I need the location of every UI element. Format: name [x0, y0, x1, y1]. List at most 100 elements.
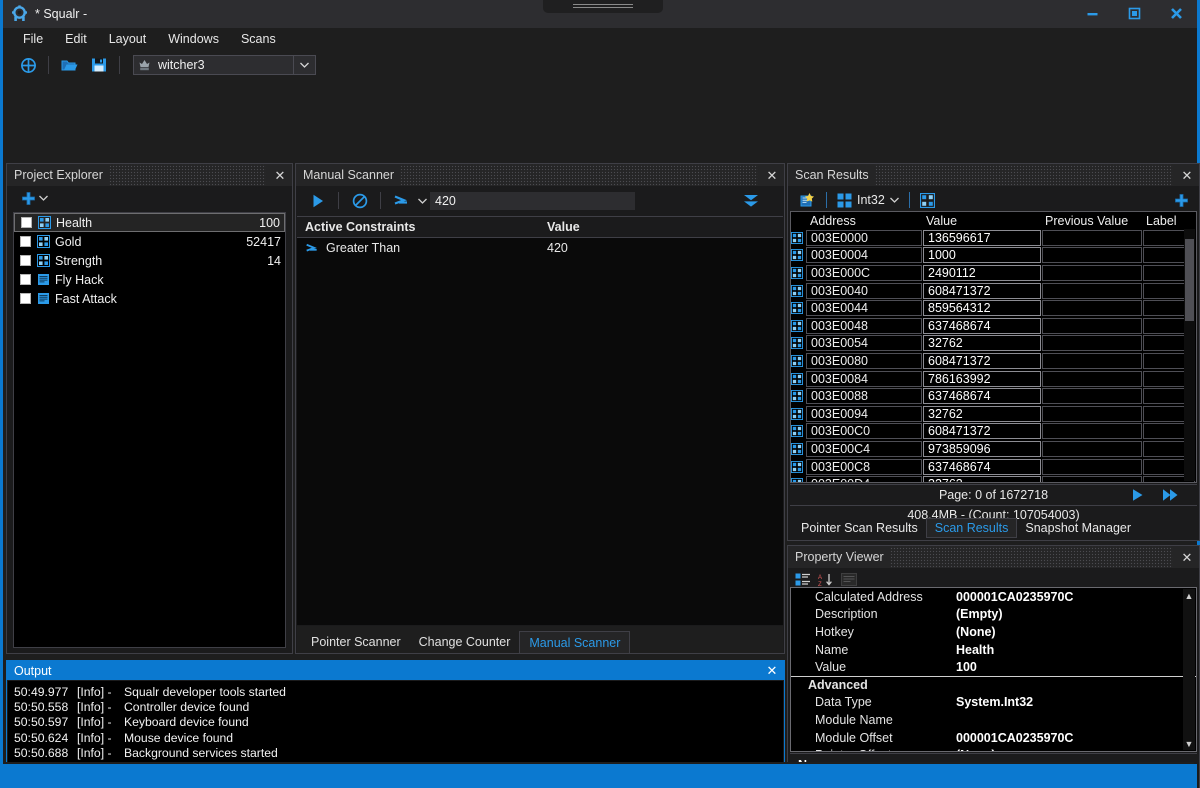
- property-row[interactable]: Hotkey (None): [791, 623, 1196, 641]
- cell-value[interactable]: 637468674: [923, 458, 1041, 475]
- chevron-down-icon[interactable]: [39, 195, 48, 201]
- project-item-gold[interactable]: Gold 52417: [14, 232, 285, 251]
- plus-icon[interactable]: [21, 191, 36, 206]
- cell-address[interactable]: 003E00C8: [806, 458, 922, 475]
- chevron-down-icon[interactable]: ▼: [1183, 737, 1195, 750]
- table-row[interactable]: 003E00C8 637468674: [791, 458, 1196, 476]
- cell-value[interactable]: 608471372: [923, 423, 1041, 440]
- project-item-health[interactable]: Health 100: [14, 213, 285, 232]
- cell-value[interactable]: 973859096: [923, 440, 1041, 457]
- cell-value[interactable]: 786163992: [923, 370, 1041, 387]
- cell-address[interactable]: 003E0040: [806, 282, 922, 299]
- cell-address[interactable]: 003E0088: [806, 388, 922, 405]
- cell-address[interactable]: 003E00D4: [806, 476, 922, 482]
- menu-layout[interactable]: Layout: [98, 30, 158, 48]
- drag-dots[interactable]: [108, 164, 266, 186]
- cell-address[interactable]: 003E0080: [806, 352, 922, 369]
- chevron-up-icon[interactable]: ▲: [1183, 589, 1195, 602]
- item-checkbox[interactable]: [20, 274, 31, 285]
- minimize-icon[interactable]: [1071, 0, 1113, 28]
- cell-value[interactable]: 637468674: [923, 388, 1041, 405]
- cell-value[interactable]: 608471372: [923, 282, 1041, 299]
- close-icon[interactable]: ✕: [764, 664, 780, 677]
- sort-alphabetical-icon[interactable]: A Z: [817, 572, 834, 587]
- property-row[interactable]: Value 100: [791, 658, 1196, 676]
- project-item-fly-hack[interactable]: Fly Hack: [14, 270, 285, 289]
- cell-value[interactable]: 136596617: [923, 229, 1041, 246]
- project-item-fast-attack[interactable]: Fast Attack: [14, 289, 285, 308]
- property-row[interactable]: Name Health: [791, 641, 1196, 659]
- scrollbar-thumb[interactable]: [1185, 239, 1194, 321]
- window-tab-handle[interactable]: [543, 0, 663, 13]
- cell-value[interactable]: 859564312: [923, 300, 1041, 317]
- maximize-icon[interactable]: [1113, 0, 1155, 28]
- property-row[interactable]: Module Offset 000001CA0235970C: [791, 729, 1196, 747]
- tab-pointer-scan-results[interactable]: Pointer Scan Results: [793, 518, 926, 538]
- close-icon[interactable]: ✕: [764, 169, 780, 182]
- save-disk-icon[interactable]: [84, 53, 114, 77]
- chevron-down-icon[interactable]: [293, 56, 315, 74]
- scan-results-rows[interactable]: 003E0000 136596617 003E0004 1000 003E000C 249…: [791, 229, 1196, 482]
- cell-previous-value[interactable]: [1042, 317, 1142, 334]
- cell-value[interactable]: 2490112: [923, 264, 1041, 281]
- drag-dots[interactable]: [889, 546, 1173, 568]
- categorized-icon[interactable]: [794, 572, 811, 587]
- cell-previous-value[interactable]: [1042, 405, 1142, 422]
- cell-previous-value[interactable]: [1042, 423, 1142, 440]
- property-value[interactable]: Health: [956, 643, 1196, 657]
- cell-address[interactable]: 003E0054: [806, 335, 922, 352]
- table-row[interactable]: 003E00C4 973859096: [791, 440, 1196, 458]
- cell-value[interactable]: 32762: [923, 335, 1041, 352]
- cell-address[interactable]: 003E0048: [806, 317, 922, 334]
- cell-value[interactable]: 637468674: [923, 317, 1041, 334]
- scan-results-grid[interactable]: Address Value Previous Value Label 003E0…: [790, 211, 1197, 483]
- tab-change-counter[interactable]: Change Counter: [410, 631, 520, 653]
- property-grid[interactable]: Calculated Address 000001CA0235970C Descri…: [790, 587, 1197, 752]
- cell-address[interactable]: 003E0094: [806, 405, 922, 422]
- collapse-all-icon[interactable]: [737, 190, 764, 212]
- scan-value-input[interactable]: [430, 191, 635, 210]
- cell-previous-value[interactable]: [1042, 440, 1142, 457]
- cell-previous-value[interactable]: [1042, 370, 1142, 387]
- property-value[interactable]: (None): [956, 625, 1196, 639]
- data-type-selector[interactable]: Int32: [837, 193, 899, 208]
- cell-address[interactable]: 003E00C4: [806, 440, 922, 457]
- menu-file[interactable]: File: [12, 30, 54, 48]
- hex-toggle-icon[interactable]: [919, 192, 935, 208]
- property-grid-scrollbar[interactable]: ▲ ▼: [1183, 589, 1195, 750]
- close-icon[interactable]: ✕: [1179, 169, 1195, 182]
- cell-address[interactable]: 003E0044: [806, 300, 922, 317]
- project-item-strength[interactable]: Strength 14: [14, 251, 285, 270]
- cell-value[interactable]: 32762: [923, 405, 1041, 422]
- table-row[interactable]: 003E0054 32762: [791, 335, 1196, 353]
- property-value[interactable]: 000001CA0235970C: [956, 731, 1196, 745]
- cell-previous-value[interactable]: [1042, 458, 1142, 475]
- drag-dots[interactable]: [874, 164, 1173, 186]
- chevron-down-icon[interactable]: [889, 197, 899, 203]
- cell-previous-value[interactable]: [1042, 300, 1142, 317]
- chevron-down-icon[interactable]: [415, 198, 430, 204]
- table-row[interactable]: 003E0080 608471372: [791, 352, 1196, 370]
- property-row[interactable]: Module Name: [791, 711, 1196, 729]
- property-value[interactable]: (None): [956, 748, 1196, 751]
- table-row[interactable]: 003E0000 136596617: [791, 229, 1196, 247]
- cell-value[interactable]: 1000: [923, 247, 1041, 264]
- property-value[interactable]: 000001CA0235970C: [956, 590, 1196, 604]
- drag-dots[interactable]: [400, 164, 758, 186]
- constraints-list[interactable]: Greater Than 420: [297, 238, 783, 625]
- property-value[interactable]: 100: [956, 660, 1196, 674]
- cell-previous-value[interactable]: [1042, 282, 1142, 299]
- property-row[interactable]: Calculated Address 000001CA0235970C: [791, 588, 1196, 606]
- table-row[interactable]: 003E0084 786163992: [791, 370, 1196, 388]
- table-row[interactable]: 003E0048 637468674: [791, 317, 1196, 335]
- cell-value[interactable]: 608471372: [923, 352, 1041, 369]
- menu-windows[interactable]: Windows: [157, 30, 230, 48]
- item-checkbox[interactable]: [20, 236, 31, 247]
- greater-than-icon[interactable]: [388, 190, 415, 212]
- play-icon[interactable]: [304, 190, 331, 212]
- cell-address[interactable]: 003E0084: [806, 370, 922, 387]
- crosshair-icon[interactable]: [13, 53, 43, 77]
- menu-edit[interactable]: Edit: [54, 30, 98, 48]
- tab-pointer-scanner[interactable]: Pointer Scanner: [302, 631, 410, 653]
- property-value[interactable]: (Empty): [956, 607, 1196, 621]
